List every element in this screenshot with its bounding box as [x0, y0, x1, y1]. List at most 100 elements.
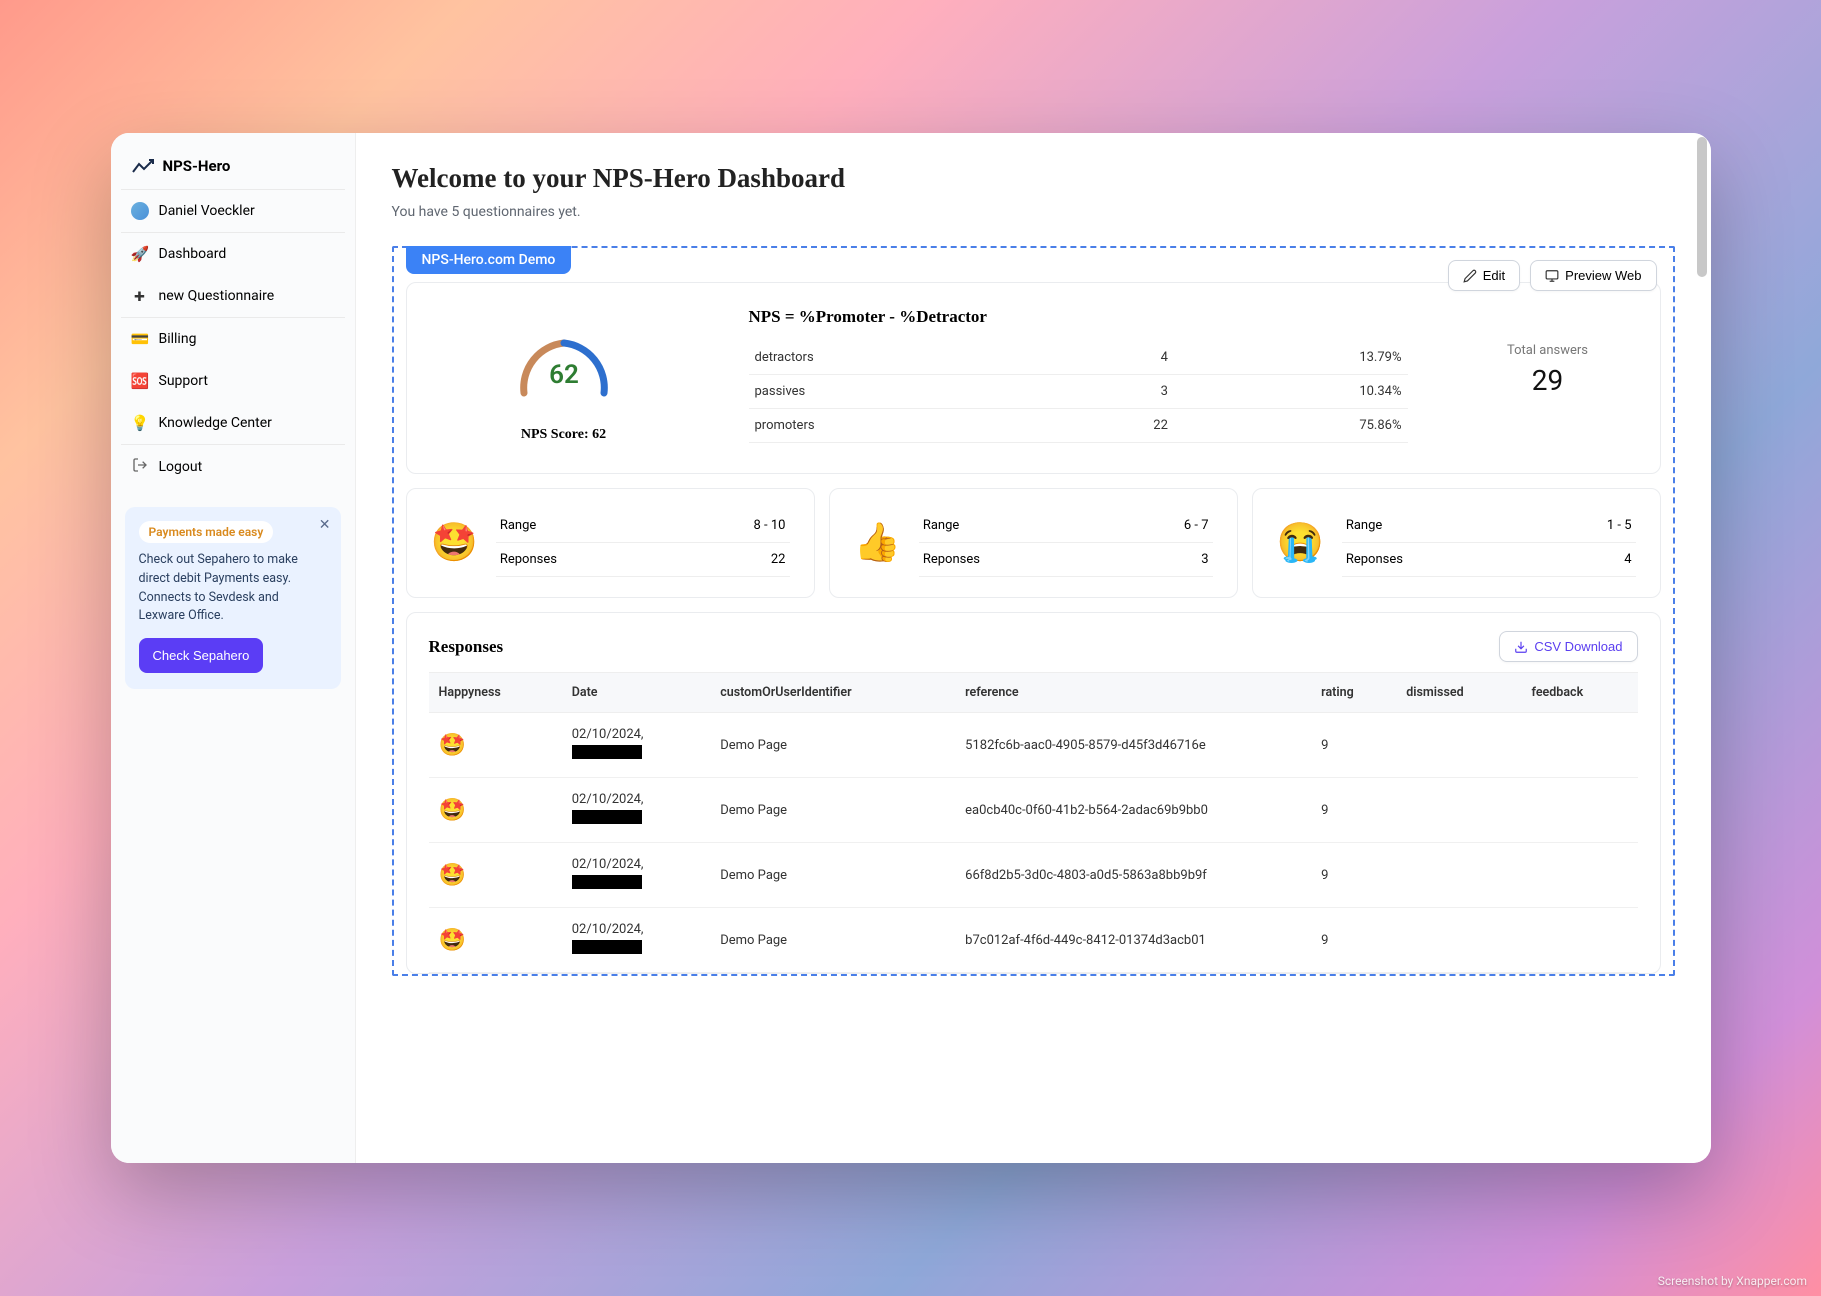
user-name: Daniel Voeckler — [159, 203, 255, 219]
monitor-icon — [1545, 269, 1559, 283]
nps-table: detractors413.79%passives310.34%promoter… — [749, 341, 1408, 443]
total-answers: Total answers 29 — [1458, 303, 1638, 453]
cell-feedback — [1522, 778, 1638, 843]
demo-chip: NPS-Hero.com Demo — [406, 246, 572, 274]
range-emoji-icon: 🤩 — [431, 521, 478, 565]
nps-row: promoters2275.86% — [749, 409, 1408, 443]
nps-row-count: 3 — [1059, 375, 1174, 409]
cell-reference: b7c012af-4f6d-449c-8412-01374d3acb01 — [955, 908, 1311, 973]
cell-rating: 9 — [1311, 908, 1396, 973]
top-actions: Edit Preview Web — [1448, 260, 1657, 291]
preview-web-button[interactable]: Preview Web — [1530, 260, 1656, 291]
scrollbar[interactable] — [1697, 137, 1707, 1159]
download-icon — [1514, 640, 1528, 654]
responses-value: 22 — [678, 543, 790, 577]
responses-value: 4 — [1537, 543, 1635, 577]
redacted-time — [572, 745, 642, 759]
column-header: Date — [562, 673, 710, 713]
scrollbar-thumb[interactable] — [1697, 137, 1707, 277]
nav-main-section: 🚀 Dashboard new Questionnaire — [121, 232, 345, 317]
brand: NPS-Hero — [121, 151, 345, 189]
range-table: Range6 - 7 Reponses3 — [919, 509, 1213, 577]
table-row: 🤩 02/10/2024, Demo Page b7c012af-4f6d-44… — [429, 908, 1638, 973]
redacted-time — [572, 810, 642, 824]
redacted-time — [572, 875, 642, 889]
sidebar-item-support[interactable]: 🆘 Support — [121, 360, 345, 402]
avatar-icon — [131, 202, 149, 220]
sidebar-item-knowledge[interactable]: 💡 Knowledge Center — [121, 402, 345, 444]
responses-label: Reponses — [919, 543, 1115, 577]
range-emoji-icon: 👍 — [854, 521, 901, 565]
sos-icon: 🆘 — [131, 372, 149, 390]
nps-row-label: detractors — [749, 341, 1060, 375]
promo-badge: Payments made easy — [139, 521, 274, 543]
brand-logo-icon — [131, 158, 155, 174]
nps-row-count: 4 — [1059, 341, 1174, 375]
app-window: NPS-Hero Daniel Voeckler 🚀 Dashboard new… — [111, 133, 1711, 1163]
range-label: Range — [919, 509, 1115, 543]
range-table: Range1 - 5 Reponses4 — [1342, 509, 1636, 577]
rocket-icon: 🚀 — [131, 245, 149, 263]
range-table: Range8 - 10 Reponses22 — [496, 509, 790, 577]
range-emoji-icon: 😭 — [1277, 521, 1324, 565]
edit-button[interactable]: Edit — [1448, 260, 1520, 291]
demo-container: NPS-Hero.com Demo Edit Preview Web — [392, 246, 1675, 976]
range-card: 🤩 Range8 - 10 Reponses22 — [406, 488, 815, 598]
cell-reference: 5182fc6b-aac0-4905-8579-d45f3d46716e — [955, 713, 1311, 778]
promo-cta-button[interactable]: Check Sepahero — [139, 638, 264, 673]
cell-date: 02/10/2024, — [562, 843, 710, 908]
cell-date: 02/10/2024, — [562, 908, 710, 973]
star-icon: 🤩 — [439, 733, 466, 758]
nps-formula: NPS = %Promoter - %Detractor — [749, 307, 1408, 327]
cell-happyness: 🤩 — [429, 908, 562, 973]
range-value: 1 - 5 — [1537, 509, 1635, 543]
cell-identifier: Demo Page — [710, 713, 955, 778]
column-header: rating — [1311, 673, 1396, 713]
pencil-icon — [1463, 269, 1477, 283]
responses-title: Responses — [429, 637, 504, 657]
column-header: reference — [955, 673, 1311, 713]
promo-close-icon[interactable]: ✕ — [319, 517, 331, 533]
star-icon: 🤩 — [439, 928, 466, 953]
sidebar-item-billing[interactable]: 💳 Billing — [121, 318, 345, 360]
cell-dismissed — [1396, 908, 1521, 973]
brand-name: NPS-Hero — [163, 157, 231, 175]
sidebar-item-new-questionnaire[interactable]: new Questionnaire — [121, 275, 345, 317]
total-label: Total answers — [1458, 343, 1638, 358]
sidebar-item-dashboard[interactable]: 🚀 Dashboard — [121, 233, 345, 275]
cell-date: 02/10/2024, — [562, 713, 710, 778]
responses-label: Reponses — [496, 543, 678, 577]
watermark: Screenshot by Xnapper.com — [1658, 1274, 1807, 1288]
range-value: 6 - 7 — [1114, 509, 1212, 543]
cell-rating: 9 — [1311, 713, 1396, 778]
sidebar-user[interactable]: Daniel Voeckler — [121, 190, 345, 232]
cell-feedback — [1522, 843, 1638, 908]
table-row: 🤩 02/10/2024, Demo Page 5182fc6b-aac0-49… — [429, 713, 1638, 778]
table-row: 🤩 02/10/2024, Demo Page ea0cb40c-0f60-41… — [429, 778, 1638, 843]
nps-row-label: passives — [749, 375, 1060, 409]
range-card: 😭 Range1 - 5 Reponses4 — [1252, 488, 1661, 598]
nav-logout-section: Logout — [121, 444, 345, 489]
range-label: Range — [496, 509, 678, 543]
gauge-icon: 62 — [499, 313, 629, 413]
nav-user-section: Daniel Voeckler — [121, 189, 345, 232]
gauge: 62 NPS Score: 62 — [429, 303, 699, 453]
csv-download-button[interactable]: CSV Download — [1499, 631, 1637, 662]
logout-icon — [131, 457, 149, 477]
sidebar-item-logout[interactable]: Logout — [121, 445, 345, 489]
sidebar-item-label: Logout — [159, 459, 203, 475]
cell-feedback — [1522, 908, 1638, 973]
nps-row: passives310.34% — [749, 375, 1408, 409]
column-header: Happyness — [429, 673, 562, 713]
nps-row-label: promoters — [749, 409, 1060, 443]
cell-identifier: Demo Page — [710, 778, 955, 843]
sidebar: NPS-Hero Daniel Voeckler 🚀 Dashboard new… — [111, 133, 356, 1163]
star-icon: 🤩 — [439, 798, 466, 823]
nps-breakdown: NPS = %Promoter - %Detractor detractors4… — [729, 303, 1428, 453]
page-title: Welcome to your NPS-Hero Dashboard — [392, 163, 1675, 194]
nps-row-pct: 10.34% — [1174, 375, 1408, 409]
main-content: Welcome to your NPS-Hero Dashboard You h… — [356, 133, 1711, 1163]
cell-rating: 9 — [1311, 843, 1396, 908]
bulb-icon: 💡 — [131, 414, 149, 432]
cell-happyness: 🤩 — [429, 713, 562, 778]
